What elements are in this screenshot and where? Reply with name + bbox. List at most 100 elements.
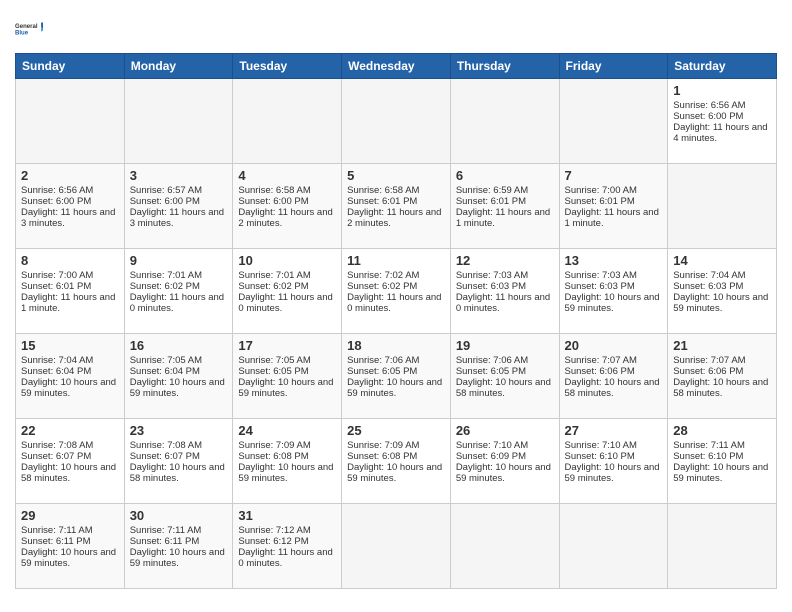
daylight: Daylight: 11 hours and 0 minutes.: [130, 292, 224, 314]
calendar-cell-8: 8Sunrise: 7:00 AMSunset: 6:01 PMDaylight…: [16, 249, 125, 334]
calendar-week-2: 2Sunrise: 6:56 AMSunset: 6:00 PMDaylight…: [16, 164, 777, 249]
header-row: SundayMondayTuesdayWednesdayThursdayFrid…: [16, 54, 777, 79]
day-number: 15: [21, 338, 119, 353]
sunrise: Sunrise: 6:58 AM: [238, 185, 310, 196]
calendar-cell-15: 15 Sunrise: 7:04 AMSunset: 6:04 PMDayligh…: [16, 334, 125, 419]
calendar-cell-17: 17Sunrise: 7:05 AMSunset: 6:05 PMDayligh…: [233, 334, 342, 419]
header-friday: Friday: [559, 54, 668, 79]
day-number: 4: [238, 168, 336, 183]
sunrise: Sunrise: 7:01 AM: [238, 270, 310, 281]
sunset: Sunset: 6:07 PM: [130, 451, 200, 462]
sunset: Sunset: 6:08 PM: [238, 451, 308, 462]
calendar-cell-4: 4Sunrise: 6:58 AMSunset: 6:00 PMDaylight…: [233, 164, 342, 249]
sunrise: Sunrise: 6:59 AM: [456, 185, 528, 196]
header-tuesday: Tuesday: [233, 54, 342, 79]
sunrise: Sunrise: 7:09 AM: [347, 440, 419, 451]
sunset: Sunset: 6:10 PM: [565, 451, 635, 462]
daylight: Daylight: 11 hours and 0 minutes.: [238, 292, 332, 314]
daylight: Daylight: 11 hours and 2 minutes.: [347, 207, 441, 229]
calendar-cell-23: 23Sunrise: 7:08 AMSunset: 6:07 PMDayligh…: [124, 419, 233, 504]
sunset: Sunset: 6:04 PM: [21, 366, 91, 377]
day-number: 17: [238, 338, 336, 353]
day-number: 16: [130, 338, 228, 353]
page-header: General Blue: [15, 15, 777, 43]
sunset: Sunset: 6:05 PM: [347, 366, 417, 377]
calendar-cell-19: 19Sunrise: 7:06 AMSunset: 6:05 PMDayligh…: [450, 334, 559, 419]
sunset: Sunset: 6:05 PM: [238, 366, 308, 377]
sunset: Sunset: 6:03 PM: [456, 281, 526, 292]
sunrise: Sunrise: 7:05 AM: [130, 355, 202, 366]
header-sunday: Sunday: [16, 54, 125, 79]
sunrise: Sunrise: 6:57 AM: [130, 185, 202, 196]
sunrise: Sunrise: 7:04 AM: [21, 355, 93, 366]
calendar-cell-2: 2Sunrise: 6:56 AMSunset: 6:00 PMDaylight…: [16, 164, 125, 249]
sunrise: Sunrise: 7:11 AM: [21, 525, 93, 536]
day-number: 3: [130, 168, 228, 183]
day-number: 20: [565, 338, 663, 353]
calendar-cell-20: 20Sunrise: 7:07 AMSunset: 6:06 PMDayligh…: [559, 334, 668, 419]
sunset: Sunset: 6:02 PM: [347, 281, 417, 292]
sunset: Sunset: 6:10 PM: [673, 451, 743, 462]
sunrise: Sunrise: 7:06 AM: [347, 355, 419, 366]
calendar-cell-1: 1Sunrise: 6:56 AMSunset: 6:00 PMDaylight…: [668, 79, 777, 164]
calendar-week-5: 22Sunrise: 7:08 AMSunset: 6:07 PMDayligh…: [16, 419, 777, 504]
logo: General Blue: [15, 15, 43, 43]
empty-cell: [559, 79, 668, 164]
sunrise: Sunrise: 7:07 AM: [565, 355, 637, 366]
calendar-cell-28: 28Sunrise: 7:11 AMSunset: 6:10 PMDayligh…: [668, 419, 777, 504]
empty-cell: [559, 504, 668, 589]
sunrise: Sunrise: 7:02 AM: [347, 270, 419, 281]
calendar-cell-21: 21Sunrise: 7:07 AMSunset: 6:06 PMDayligh…: [668, 334, 777, 419]
sunset: Sunset: 6:02 PM: [238, 281, 308, 292]
sunset: Sunset: 6:08 PM: [347, 451, 417, 462]
daylight: Daylight: 11 hours and 1 minute.: [565, 207, 659, 229]
daylight: Daylight: 10 hours and 59 minutes.: [130, 547, 225, 569]
svg-text:Blue: Blue: [15, 31, 29, 37]
header-wednesday: Wednesday: [342, 54, 451, 79]
sunset: Sunset: 6:00 PM: [673, 111, 743, 122]
day-number: 24: [238, 423, 336, 438]
sunset: Sunset: 6:11 PM: [130, 536, 200, 547]
calendar-week-3: 8Sunrise: 7:00 AMSunset: 6:01 PMDaylight…: [16, 249, 777, 334]
day-number: 30: [130, 508, 228, 523]
sunset: Sunset: 6:11 PM: [21, 536, 91, 547]
calendar-cell-7: 7Sunrise: 7:00 AMSunset: 6:01 PMDaylight…: [559, 164, 668, 249]
calendar-cell-9: 9Sunrise: 7:01 AMSunset: 6:02 PMDaylight…: [124, 249, 233, 334]
calendar-cell-31: 31Sunrise: 7:12 AMSunset: 6:12 PMDayligh…: [233, 504, 342, 589]
day-number: 22: [21, 423, 119, 438]
daylight: Daylight: 10 hours and 59 minutes.: [21, 377, 116, 399]
day-number: 29: [21, 508, 119, 523]
daylight: Daylight: 11 hours and 1 minute.: [21, 292, 115, 314]
calendar-table: SundayMondayTuesdayWednesdayThursdayFrid…: [15, 53, 777, 589]
daylight: Daylight: 10 hours and 59 minutes.: [238, 377, 333, 399]
day-number: 8: [21, 253, 119, 268]
calendar-cell-22: 22Sunrise: 7:08 AMSunset: 6:07 PMDayligh…: [16, 419, 125, 504]
calendar-week-4: 15Sunrise: 7:04 AMSunset: 6:04 PMDayligh…: [16, 334, 777, 419]
logo-icon: General Blue: [15, 15, 43, 43]
empty-cell: [450, 504, 559, 589]
empty-cell: [668, 504, 777, 589]
calendar-cell-26: 26Sunrise: 7:10 AMSunset: 6:09 PMDayligh…: [450, 419, 559, 504]
sunrise: Sunrise: 7:11 AM: [130, 525, 202, 536]
calendar-cell-25: 25Sunrise: 7:09 AMSunset: 6:08 PMDayligh…: [342, 419, 451, 504]
daylight: Daylight: 11 hours and 0 minutes.: [238, 547, 332, 569]
calendar-week-1: 1Sunrise: 6:56 AMSunset: 6:00 PMDaylight…: [16, 79, 777, 164]
sunset: Sunset: 6:00 PM: [238, 196, 308, 207]
calendar-cell-16: 16Sunrise: 7:05 AMSunset: 6:04 PMDayligh…: [124, 334, 233, 419]
day-number: 31: [238, 508, 336, 523]
sunrise: Sunrise: 6:56 AM: [21, 185, 93, 196]
daylight: Daylight: 11 hours and 3 minutes.: [130, 207, 224, 229]
daylight: Daylight: 11 hours and 0 minutes.: [456, 292, 550, 314]
sunset: Sunset: 6:09 PM: [456, 451, 526, 462]
day-number: 11: [347, 253, 445, 268]
empty-cell: [233, 79, 342, 164]
daylight: Daylight: 10 hours and 59 minutes.: [238, 462, 333, 484]
empty-cell: [668, 164, 777, 249]
sunrise: Sunrise: 7:04 AM: [673, 270, 745, 281]
sunset: Sunset: 6:01 PM: [21, 281, 91, 292]
header-thursday: Thursday: [450, 54, 559, 79]
sunrise: Sunrise: 7:01 AM: [130, 270, 202, 281]
daylight: Daylight: 10 hours and 59 minutes.: [456, 462, 551, 484]
daylight: Daylight: 10 hours and 59 minutes.: [347, 462, 442, 484]
calendar-cell-3: 3Sunrise: 6:57 AMSunset: 6:00 PMDaylight…: [124, 164, 233, 249]
